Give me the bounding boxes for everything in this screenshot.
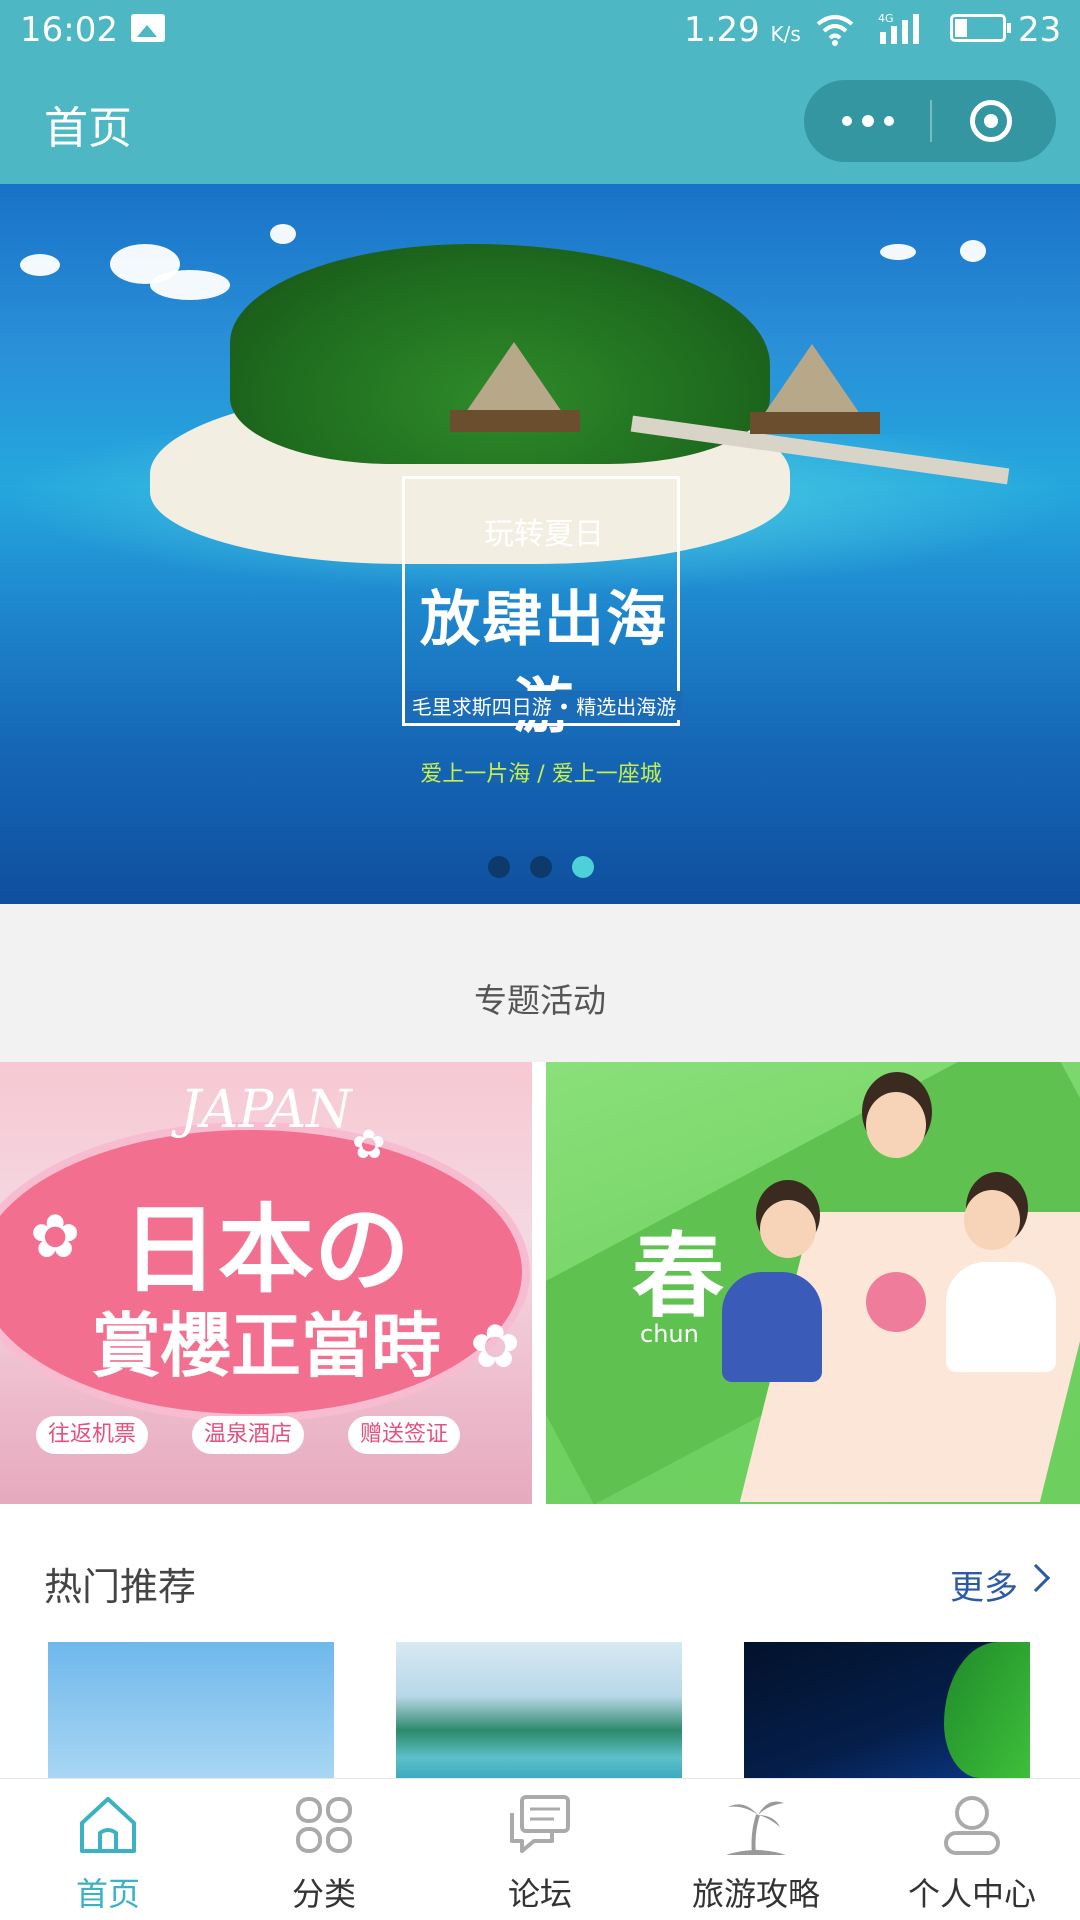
hero-banner[interactable]: 玩转夏日 放肆出海游 毛里求斯四日游 • 精选出海游 爱上一片海 / 爱上一座城 [0, 184, 1080, 904]
tab-label: 个人中心 [907, 1875, 1036, 1913]
spring-card-word: chun [640, 1320, 699, 1348]
battery-icon [950, 14, 1011, 42]
top-bar: 16:02 1.29 K/s 4G 23 首页 [0, 0, 1080, 184]
japan-card-tags: 往返机票 温泉酒店 赠送签证 [36, 1416, 506, 1460]
user-icon [944, 1796, 1000, 1855]
status-bar: 16:02 1.29 K/s 4G 23 [0, 0, 1080, 58]
mini-program-capsule [804, 80, 1056, 162]
battery-level: 23 [1018, 10, 1062, 50]
page-title: 首页 [44, 103, 132, 154]
forum-chat-icon [510, 1795, 570, 1853]
tab-label: 首页 [75, 1875, 140, 1913]
more-link[interactable]: 更多 [950, 1560, 1018, 1609]
japan-tag: 往返机票 [36, 1416, 149, 1454]
spring-card-char: 春 [632, 1223, 725, 1330]
network-speed: 1.29 K/s [684, 10, 801, 50]
tab-travel-guide[interactable]: 旅游攻略 [648, 1779, 864, 1920]
carousel-dot[interactable] [530, 856, 552, 878]
status-time: 16:02 [20, 10, 118, 50]
carousel-dot[interactable] [488, 856, 510, 878]
japan-tag: 赠送签证 [348, 1416, 461, 1454]
banner-small-title: 玩转夏日 [484, 517, 604, 552]
network-type: 4G [878, 12, 894, 25]
activity-card-japan[interactable]: JAPAN ✿ ✿ ✿ 日本の 賞櫻正當時 往返机票 温泉酒店 赠送签证 [0, 1062, 532, 1504]
recommend-thumbnail[interactable] [48, 1642, 334, 1778]
chevron-right-icon[interactable] [1021, 1563, 1051, 1593]
tab-forum[interactable]: 论坛 [432, 1779, 648, 1920]
banner-subtitle: 毛里求斯四日游 • 精选出海游 [405, 691, 683, 720]
capsule-divider [930, 100, 932, 142]
banner-text-frame: 玩转夏日 放肆出海游 毛里求斯四日游 • 精选出海游 [402, 476, 683, 742]
tab-label: 分类 [291, 1875, 356, 1913]
more-dots-icon[interactable] [804, 80, 930, 162]
image-notification-icon [131, 14, 165, 42]
banner-tagline: 爱上一片海 / 爱上一座城 [420, 762, 662, 787]
tab-home[interactable]: 首页 [0, 1779, 216, 1920]
tab-profile[interactable]: 个人中心 [864, 1779, 1080, 1920]
home-icon [80, 1797, 136, 1853]
carousel-indicator [488, 856, 594, 878]
recommend-thumbnail[interactable] [396, 1642, 682, 1778]
palm-tree-icon [726, 1801, 786, 1856]
japan-card-line2: 賞櫻正當時 [91, 1305, 441, 1387]
japan-card-word: JAPAN [180, 1080, 352, 1140]
tab-label: 论坛 [507, 1875, 572, 1913]
sakura-icon: ✿ [352, 1122, 386, 1168]
target-circle-icon[interactable] [970, 100, 1012, 142]
cellular-signal-icon: 4G [878, 12, 919, 44]
wifi-icon [816, 15, 854, 46]
network-speed-value: 1.29 [684, 10, 760, 50]
japan-tag: 温泉酒店 [192, 1416, 305, 1454]
carousel-dot-active[interactable] [572, 856, 594, 878]
recommend-thumbnail[interactable] [744, 1642, 1030, 1778]
section-title: 专题活动 [474, 981, 606, 1020]
hot-recommend-title: 热门推荐 [44, 1565, 197, 1609]
tab-category[interactable]: 分类 [216, 1779, 432, 1920]
bottom-tab-bar: 首页 分类 论坛 旅游攻略 个人中心 [0, 1778, 1080, 1920]
tab-label: 旅游攻略 [691, 1875, 820, 1913]
activity-card-spring[interactable]: 春 chun [546, 1062, 1080, 1504]
category-grid-icon [296, 1797, 352, 1853]
network-speed-unit: K/s [770, 22, 801, 46]
section-header: 专题活动 [0, 904, 1080, 1062]
